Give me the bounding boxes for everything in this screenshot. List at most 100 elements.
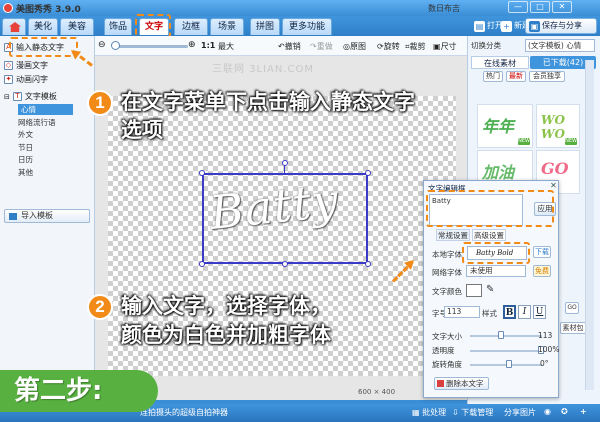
- text-size-slider[interactable]: [470, 335, 542, 337]
- underline-button[interactable]: U: [533, 305, 546, 319]
- step-2-instruction-line2: 颜色为白色并加粗字体: [121, 323, 331, 347]
- share-image-button[interactable]: 分享图片: [504, 407, 536, 418]
- rotate-handle[interactable]: [282, 160, 288, 166]
- template-sub-netslang[interactable]: 网络流行语: [18, 117, 56, 128]
- rotate-angle-knob[interactable]: [506, 360, 512, 368]
- save-share-label: 保存与分享: [542, 21, 582, 30]
- material-pack-button[interactable]: 素材包: [560, 322, 586, 334]
- animated-text-item[interactable]: ✦ 动画闪字: [4, 73, 48, 86]
- comic-text-item[interactable]: ◇ 漫画文字: [4, 59, 48, 72]
- original-button[interactable]: ◎原图: [343, 41, 366, 52]
- zoom-in-icon[interactable]: ⊕: [188, 40, 196, 50]
- material-thumb[interactable]: WO WO NEW: [536, 104, 580, 148]
- redo-button[interactable]: ↷重做: [310, 41, 333, 52]
- zoom-slider-knob[interactable]: [111, 41, 120, 50]
- template-sub-other[interactable]: 其他: [18, 167, 33, 178]
- actual-size-button[interactable]: 1:1: [201, 41, 215, 50]
- redo-label: 重做: [316, 42, 333, 51]
- tab-advanced-settings[interactable]: 高级设置: [472, 229, 506, 241]
- category-select[interactable]: (文字模板) 心情: [525, 39, 595, 52]
- dialog-close-button[interactable]: ✕: [549, 181, 558, 190]
- material-scrollbar[interactable]: [585, 60, 594, 390]
- zoom-slider[interactable]: [114, 45, 188, 48]
- eyedropper-icon[interactable]: ✎: [486, 284, 496, 296]
- delete-text-button[interactable]: 删除本文字: [434, 377, 489, 390]
- step-2-circle: 2: [87, 294, 113, 320]
- resize-handle-bl[interactable]: [199, 261, 205, 267]
- more-share-icon[interactable]: +: [580, 407, 587, 416]
- opacity-label: 透明度: [432, 346, 455, 355]
- open-button[interactable]: ▤ 打开: [474, 19, 503, 33]
- tab-face[interactable]: 美容: [60, 18, 94, 35]
- max-size-button[interactable]: 最大: [218, 41, 234, 52]
- rotate-angle-label: 旋转角度: [432, 360, 462, 369]
- tab-more[interactable]: 更多功能: [282, 18, 332, 35]
- animated-text-label: 动画闪字: [16, 75, 48, 84]
- resize-button[interactable]: ▣尺寸: [433, 41, 457, 52]
- material-thumb[interactable]: 年年 NEW: [477, 104, 533, 148]
- template-sub-mood[interactable]: 心情: [18, 104, 73, 115]
- download-manager-button[interactable]: ⇩ 下载管理: [452, 407, 493, 418]
- rotate-icon: ⟳: [377, 42, 384, 51]
- import-template-label: 导入模板: [21, 211, 53, 220]
- resize-handle-tl[interactable]: [199, 170, 205, 176]
- save-icon: ▣: [529, 20, 540, 32]
- tab-home[interactable]: [2, 18, 26, 35]
- thumb-text: GO: [541, 159, 569, 178]
- text-color-swatch[interactable]: [466, 284, 482, 297]
- text-size-knob[interactable]: [498, 331, 504, 339]
- tab-online-material[interactable]: 在线素材: [471, 56, 529, 69]
- template-sub-calendar[interactable]: 日历: [18, 154, 33, 165]
- italic-button[interactable]: I: [518, 305, 531, 319]
- comic-text-label: 漫画文字: [16, 61, 48, 70]
- free-font-button[interactable]: 免费: [533, 265, 551, 277]
- app-logo-icon: [3, 3, 13, 13]
- close-window-button[interactable]: ✕: [552, 1, 572, 13]
- chip-newest[interactable]: 最新: [506, 71, 526, 82]
- save-share-button[interactable]: ▣ 保存与分享: [525, 18, 597, 34]
- maximize-button[interactable]: □: [530, 1, 550, 13]
- weibo-share-icon[interactable]: ◉: [544, 407, 551, 416]
- bold-button[interactable]: B: [503, 305, 516, 319]
- import-icon: [9, 213, 17, 220]
- import-template-button[interactable]: 导入模板: [4, 209, 90, 223]
- opacity-slider[interactable]: [470, 350, 542, 352]
- rotate-button[interactable]: ⟳旋转: [377, 41, 400, 52]
- user-account-link[interactable]: 数日布吉: [428, 3, 460, 14]
- ad-link[interactable]: 连拍摄头的超级自拍神器: [140, 407, 228, 418]
- chip-vip[interactable]: 会员独享: [529, 71, 565, 82]
- template-sub-foreign[interactable]: 外文: [18, 129, 33, 140]
- tab-scene[interactable]: 场景: [210, 18, 244, 35]
- template-sub-holiday[interactable]: 节日: [18, 142, 33, 153]
- crop-button[interactable]: ⌗裁剪: [405, 41, 426, 52]
- tab-regular-settings[interactable]: 常规设置: [436, 229, 470, 241]
- step-2-instruction-line1: 输入文字，选择字体，: [121, 294, 331, 318]
- template-icon: T: [12, 92, 22, 101]
- chip-hot[interactable]: 热门: [483, 71, 503, 82]
- minimize-button[interactable]: —: [508, 1, 528, 13]
- undo-button[interactable]: ↶撤销: [278, 41, 301, 52]
- download-font-button[interactable]: 下载: [533, 246, 551, 258]
- text-template-item[interactable]: ⊟ T 文字模板: [4, 90, 57, 103]
- resize-handle-tr[interactable]: [365, 170, 371, 176]
- tab-border[interactable]: 边框: [174, 18, 208, 35]
- go-button[interactable]: GO: [565, 302, 579, 314]
- zoom-out-icon[interactable]: ⊖: [98, 40, 106, 50]
- batch-icon: ▦: [412, 408, 423, 417]
- net-font-select[interactable]: 未使用: [466, 265, 526, 277]
- resize-handle-br[interactable]: [365, 261, 371, 267]
- tab-collage[interactable]: 拼图: [250, 18, 280, 35]
- font-size-select[interactable]: 113: [444, 306, 480, 318]
- undo-label: 撤销: [284, 42, 301, 51]
- font-select-highlight: [462, 242, 530, 264]
- batch-button[interactable]: ▦ 批处理: [412, 407, 446, 418]
- collapse-icon: ⊟: [4, 92, 10, 101]
- redo-icon: ↷: [310, 42, 317, 51]
- text-template-label: 文字模板: [24, 92, 57, 101]
- tab-beautify[interactable]: 美化: [28, 18, 58, 35]
- tab-accessories[interactable]: 饰品: [104, 18, 132, 35]
- resize-handle-bottom[interactable]: [282, 261, 288, 267]
- comic-text-icon: ◇: [4, 61, 13, 70]
- thumb-text: 年年: [482, 117, 515, 136]
- qzone-share-icon[interactable]: ✪: [561, 407, 568, 416]
